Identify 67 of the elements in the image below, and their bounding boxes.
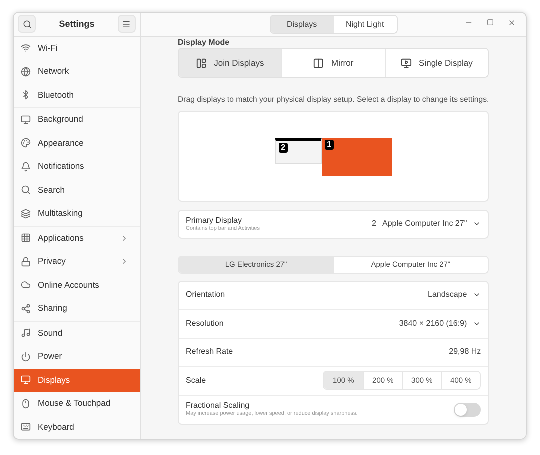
sidebar-item[interactable]: Bluetooth — [14, 84, 140, 107]
mouse-icon — [21, 398, 31, 409]
sidebar-item[interactable]: Displays — [14, 368, 140, 392]
bell-icon — [21, 162, 31, 172]
section-heading: Display Mode — [178, 38, 230, 47]
monitor-icon — [401, 58, 412, 68]
monitor-icon — [21, 375, 31, 386]
row-label: Fractional Scaling — [186, 401, 251, 411]
display-preview[interactable]: 1 — [322, 138, 392, 176]
keyboard-icon — [21, 422, 31, 432]
sidebar-item[interactable]: Appearance — [14, 132, 140, 155]
display-preview[interactable]: 2 — [275, 138, 322, 164]
row-label: Scale — [186, 376, 208, 386]
sidebar-item[interactable]: Online Accounts — [14, 274, 140, 297]
lock-icon — [21, 256, 31, 267]
chevron-right-icon — [120, 234, 129, 243]
display-name: Apple Computer Inc 27" — [382, 218, 468, 230]
sidebar-item[interactable]: Sound — [14, 322, 140, 345]
search-icon — [22, 20, 32, 29]
display-number: 2 — [372, 218, 376, 230]
search-icon — [21, 185, 31, 196]
layers-icon — [21, 208, 31, 219]
power-icon — [21, 352, 31, 362]
sidebar-item[interactable]: Notifications — [14, 155, 140, 178]
grid-icon — [21, 233, 31, 244]
globe-icon — [21, 66, 31, 77]
mode-option[interactable]: Join Displays — [179, 49, 282, 77]
music-note-icon — [21, 328, 31, 338]
palette-icon — [21, 138, 31, 148]
header-tab[interactable]: Night Light — [334, 16, 397, 33]
monitor-icon — [21, 114, 31, 125]
dropdown[interactable]: Landscape — [428, 289, 482, 302]
sidebar-item[interactable]: Privacy — [14, 250, 140, 274]
display-number: 1 — [325, 140, 334, 150]
sidebar-item[interactable]: Background — [14, 108, 140, 132]
maximize-icon[interactable] — [487, 19, 494, 26]
header-tab[interactable]: Displays — [270, 16, 334, 33]
row-label: Orientation — [186, 290, 226, 300]
display-number: 2 — [279, 142, 288, 153]
row-label: Refresh Rate — [186, 347, 234, 358]
share-icon — [21, 304, 31, 314]
row-label: Resolution — [186, 318, 225, 329]
sidebar-title: Settings — [59, 18, 95, 31]
sidebar-item[interactable]: Search — [14, 178, 140, 202]
bluetooth-icon — [21, 90, 31, 100]
menu-icon — [122, 20, 132, 29]
sidebar-item[interactable]: Keyboard — [14, 416, 140, 439]
mirror-icon — [313, 58, 324, 68]
chevron-right-icon — [120, 257, 129, 266]
sidebar-item[interactable]: Mouse & Touchpad — [14, 392, 140, 416]
sidebar-item[interactable]: Multitasking — [14, 202, 140, 226]
row-value: 29,98 Hz — [449, 346, 482, 358]
search-button[interactable] — [18, 15, 36, 34]
joined-screens-icon — [196, 58, 208, 68]
cloud-icon — [21, 280, 31, 290]
sidebar-item[interactable]: Sharing — [14, 297, 140, 320]
sidebar-item[interactable]: Wi-Fi — [14, 36, 140, 60]
dropdown[interactable]: 3840 × 2160 (16:9) — [399, 318, 482, 330]
sidebar-item[interactable]: Network — [14, 60, 140, 84]
row-label: Primary Display — [186, 216, 242, 225]
mode-option[interactable]: Single Display — [384, 49, 488, 77]
toggle-switch[interactable] — [454, 402, 482, 417]
close-icon[interactable] — [508, 19, 516, 27]
menu-button[interactable] — [118, 15, 136, 34]
primary-display-dropdown[interactable]: 2 Apple Computer Inc 27" — [372, 218, 482, 230]
sidebar-item[interactable]: Power — [14, 345, 140, 368]
sidebar-item[interactable]: Applications — [14, 226, 140, 250]
